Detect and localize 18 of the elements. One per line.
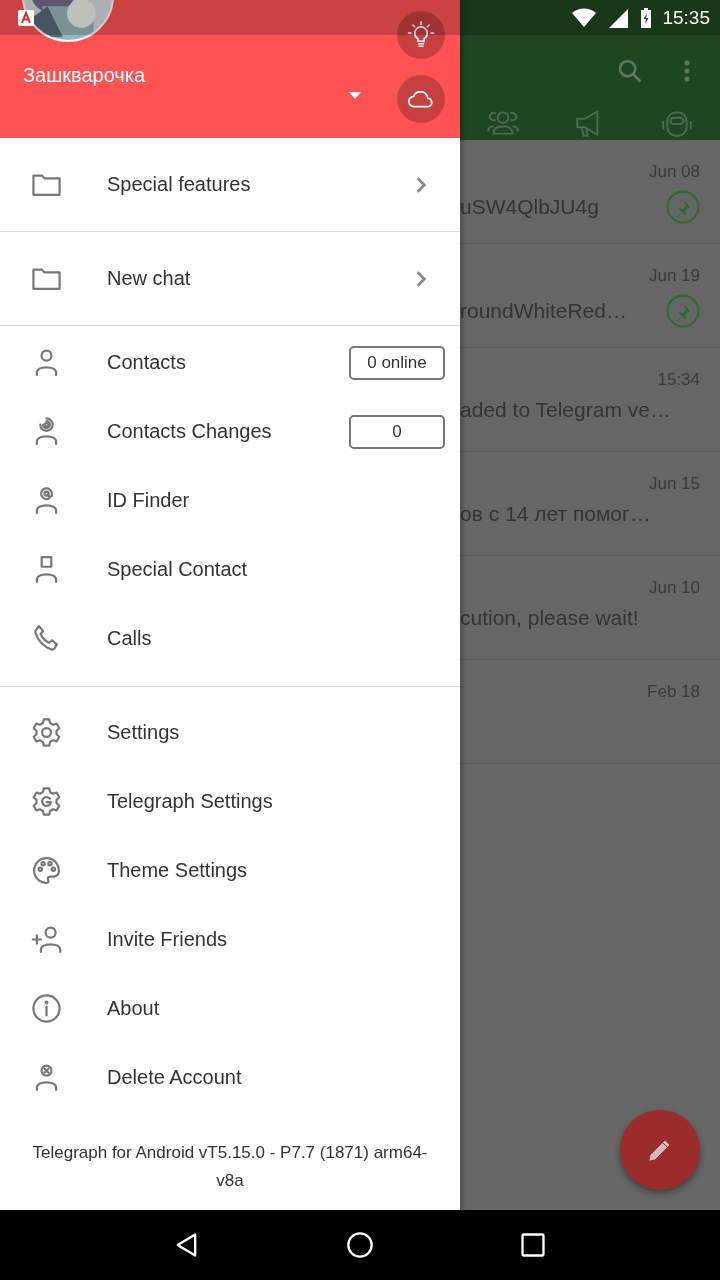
menu-item[interactable]: Calls [0, 604, 460, 673]
count-badge: 0 online [349, 345, 445, 380]
folder-item[interactable]: New chat [0, 232, 460, 325]
menu-item[interactable]: Telegraph Settings [0, 767, 460, 836]
menu-item[interactable]: Delete Account [0, 1043, 460, 1112]
menu-item[interactable]: Invite Friends [0, 905, 460, 974]
count-badge: 0 [349, 414, 445, 449]
menu-item[interactable]: Contacts Changes 0 [0, 397, 460, 466]
menu-item[interactable]: Settings [0, 698, 460, 767]
account-name: Зашкварочка [23, 64, 146, 87]
menu-item[interactable]: Theme Settings [0, 836, 460, 905]
version-text: Telegraph for Android vT5.15.0 - P7.7 (1871) arm64-v8a [31, 1142, 429, 1192]
clock-time: 15:35 [662, 6, 710, 29]
folder-item[interactable]: Special features [0, 138, 460, 231]
menu-item[interactable]: Special Contact [0, 535, 460, 604]
menu-item[interactable]: Contacts 0 online [0, 328, 460, 397]
menu-item[interactable]: ID Finder [0, 466, 460, 535]
menu-item[interactable]: About [0, 974, 460, 1043]
